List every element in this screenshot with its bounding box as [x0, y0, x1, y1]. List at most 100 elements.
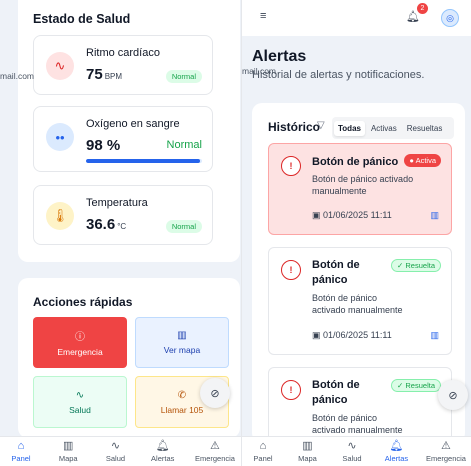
alert-date: ▣ 01/06/2025 11:11 — [312, 210, 392, 220]
nav-label-health: Salud — [105, 454, 126, 463]
oxygen-progress-fill — [86, 159, 200, 163]
status-badge-resolved: ✓ Resuelta — [391, 259, 441, 272]
menu-icon[interactable]: ≡ — [260, 10, 266, 22]
temperature-status-badge: Normal — [165, 220, 202, 233]
call-105-action-label: Llamar 105 — [160, 404, 204, 415]
heart-rate-label: Ritmo cardíaco — [86, 47, 160, 59]
nav-item-alerts[interactable]: 🔔︎ Alertas — [148, 440, 178, 463]
nav-label-emergency: Emergencia — [194, 454, 235, 463]
alert-circle-icon: ⓘ — [75, 332, 85, 343]
status-badge-active: ● Activa — [404, 154, 441, 167]
left-screen: Estado de Salud ∿ Ritmo cardíaco 75 BPM N… — [0, 0, 241, 466]
health-action-label: Salud — [69, 404, 91, 415]
right-screen: ≡ 🔔︎ 2 ◎ Alertas mail.com Historial de a… — [241, 0, 471, 466]
map-icon[interactable]: ▥ — [430, 210, 439, 221]
view-map-action-button[interactable]: ▥ Ver mapa — [135, 317, 229, 368]
bell-icon: 🔔︎ — [155, 440, 170, 452]
nav-item-panel[interactable]: ⌂ Panel — [248, 440, 278, 463]
activity-icon: ∿ — [110, 440, 121, 452]
mic-off-icon: ⊘ — [448, 389, 458, 402]
nav-item-map[interactable]: ▥ Mapa — [292, 440, 322, 463]
thermometer-icon: 🌡︎ — [46, 202, 74, 230]
heart-rate-value: 75 BPM — [86, 66, 123, 83]
emergency-action-button[interactable]: ⓘ Emergencia — [33, 317, 127, 368]
oxygen-status-text: Normal — [166, 139, 202, 151]
map-icon: ▥ — [302, 440, 313, 452]
warning-triangle-icon: ⚠︎ — [210, 440, 220, 452]
alert-item[interactable]: ! Botón de pánico ✓ Resuelta Botón de pá… — [268, 247, 452, 355]
activity-icon: ∿ — [347, 440, 357, 452]
alert-circle-icon: ! — [281, 156, 301, 176]
alert-title: Botón de pánico — [312, 156, 399, 168]
view-map-action-label: Ver mapa — [163, 345, 201, 355]
home-icon: ⌂ — [17, 440, 25, 452]
heart-rate-card[interactable]: ∿ Ritmo cardíaco 75 BPM Normal — [33, 35, 213, 95]
alert-item[interactable]: ! Botón de pánico ● Activa Botón de páni… — [268, 143, 452, 235]
nav-item-health[interactable]: ∿ Salud — [337, 440, 367, 463]
quick-actions-card: Acciones rápidas ⓘ Emergencia ▥ Ver mapa… — [18, 278, 240, 438]
notification-count-badge: 2 — [417, 3, 428, 14]
bottom-nav-right: ⌂ Panel ▥ Mapa ∿ Salud 🔔︎ Alertas ⚠︎ Emergenc… — [242, 436, 471, 466]
nav-item-alerts[interactable]: 🔔︎ Alertas — [381, 440, 411, 463]
health-status-card: Estado de Salud ∿ Ritmo cardíaco 75 BPM N… — [18, 0, 240, 262]
home-icon: ⌂ — [259, 440, 267, 452]
alert-description: Botón de pánico activado manualmente — [312, 293, 403, 315]
user-icon: ◎ — [446, 12, 454, 23]
mic-off-icon: ⊘ — [210, 387, 220, 400]
nav-label-alerts: Alertas — [151, 454, 175, 463]
tab-all[interactable]: Todas — [334, 120, 365, 136]
page-title: Alertas — [252, 48, 307, 65]
temperature-card[interactable]: 🌡︎ Temperatura 36.6 °C Normal — [33, 185, 213, 245]
calendar-icon: ▣ — [312, 210, 321, 220]
nav-label-panel: Panel — [11, 454, 31, 463]
oxygen-label: Oxígeno en sangre — [86, 118, 180, 130]
health-action-button[interactable]: ∿ Salud — [33, 376, 127, 428]
nav-label-emergency: Emergencia — [425, 454, 466, 463]
tab-resolved[interactable]: Resueltas — [403, 121, 447, 136]
top-bar: ≡ 🔔︎ 2 ◎ — [242, 0, 471, 36]
alert-circle-icon: ! — [281, 380, 301, 400]
emergency-action-label: Emergencia — [57, 347, 103, 357]
alert-circle-icon: ! — [281, 260, 301, 280]
temperature-label: Temperatura — [86, 197, 148, 209]
oxygen-card[interactable]: •• Oxígeno en sangre 98 % Normal — [33, 106, 213, 172]
alert-date: ▣ 01/06/2025 11:11 — [312, 330, 392, 340]
nav-item-emergency[interactable]: ⚠︎ Emergencia — [195, 440, 235, 463]
alert-title: Botón de pánico — [312, 379, 360, 406]
droplets-icon: •• — [46, 123, 74, 151]
mic-off-button[interactable]: ⊘ — [200, 378, 230, 408]
calendar-icon: ▣ — [312, 330, 321, 340]
map-icon: ▥ — [177, 330, 187, 341]
email-fragment: mail.com — [0, 71, 35, 81]
map-icon[interactable]: ▥ — [430, 330, 439, 341]
activity-icon: ∿ — [75, 389, 85, 401]
heart-pulse-icon: ∿ — [46, 52, 74, 80]
avatar[interactable]: ◎ — [441, 9, 459, 27]
history-tabs: Todas Activas Resueltas — [332, 117, 454, 139]
oxygen-value: 98 % — [86, 137, 121, 154]
mic-off-button[interactable]: ⊘ — [438, 380, 468, 410]
page-subtitle: Historial de alertas y notificaciones. — [252, 69, 425, 81]
temperature-value: 36.6 °C — [86, 216, 127, 233]
nav-label-map: Mapa — [298, 454, 317, 463]
alert-title: Botón de pánico — [312, 259, 360, 286]
warning-triangle-icon: ⚠︎ — [441, 440, 451, 452]
quick-actions-title: Acciones rápidas — [33, 295, 133, 309]
nav-item-map[interactable]: ▥ Mapa — [53, 440, 83, 463]
nav-label-alerts: Alertas — [384, 454, 409, 463]
nav-label-map: Mapa — [58, 454, 78, 463]
tab-active[interactable]: Activas — [367, 121, 401, 136]
filter-icon[interactable]: ▽ — [317, 120, 325, 131]
health-status-title: Estado de Salud — [33, 12, 131, 26]
nav-item-health[interactable]: ∿ Salud — [100, 440, 130, 463]
status-badge-resolved: ✓ Resuelta — [391, 379, 441, 392]
nav-item-panel[interactable]: ⌂ Panel — [6, 440, 36, 463]
nav-item-emergency[interactable]: ⚠︎ Emergencia — [426, 440, 466, 463]
nav-label-panel: Panel — [253, 454, 273, 463]
map-icon: ▥ — [63, 440, 74, 452]
alert-description: Botón de pánico activado manualmente — [312, 413, 403, 435]
phone-icon: ✆ — [177, 389, 187, 401]
oxygen-progress-bar — [86, 159, 202, 163]
alert-description: Botón de pánico activado manualmente — [312, 174, 414, 196]
bottom-nav-left: ⌂ Panel ▥ Mapa ∿ Salud 🔔︎ Alertas ⚠︎ Emergenc… — [0, 436, 241, 466]
